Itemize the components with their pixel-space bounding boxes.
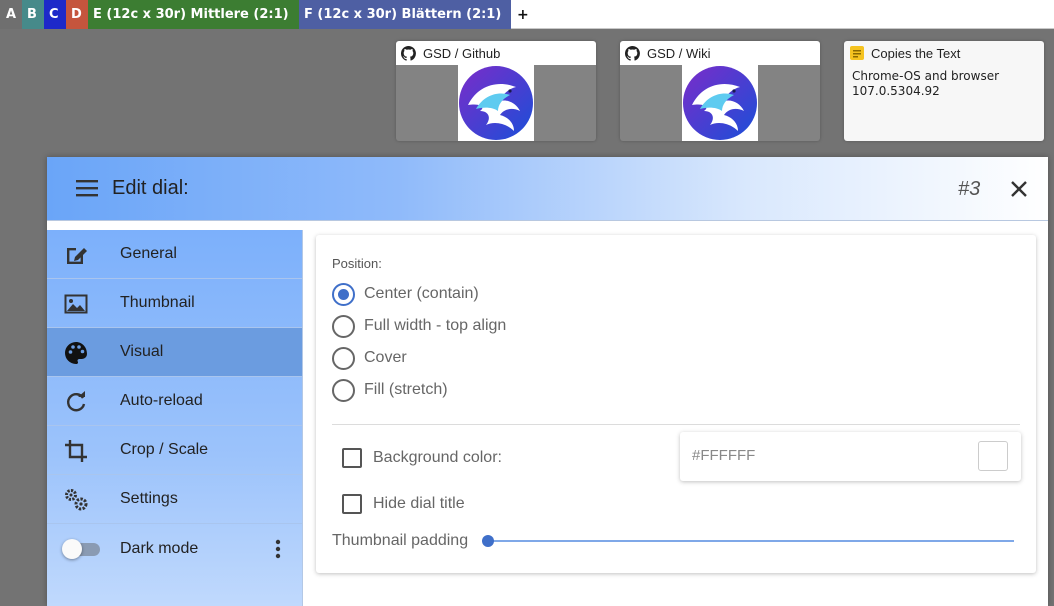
sidebar-item-visual[interactable]: Visual (47, 328, 302, 377)
sidebar-item-label: Visual (120, 343, 164, 360)
color-swatch[interactable] (978, 441, 1008, 471)
sidebar-item-label: Thumbnail (120, 294, 195, 311)
tab-group-b[interactable]: B (22, 0, 44, 29)
sidebar-item-label: Auto-reload (120, 392, 203, 409)
gsd-logo-icon (683, 66, 757, 140)
dial-copies-text[interactable]: Copies the Text Chrome-OS and browser 10… (844, 41, 1044, 141)
more-options-icon[interactable] (275, 538, 281, 560)
radio-circle (332, 346, 355, 370)
note-line: Chrome-OS and browser (852, 69, 1000, 83)
tab-group-d[interactable]: D (66, 0, 88, 29)
github-icon (401, 45, 416, 61)
gsd-logo-icon (459, 66, 533, 140)
slider-handle[interactable] (482, 535, 494, 547)
edit-icon (67, 248, 87, 264)
divider (332, 424, 1020, 425)
checkbox-box (342, 494, 362, 514)
dark-mode-toggle[interactable] (62, 539, 102, 559)
crop-icon (65, 440, 87, 462)
edit-dial-dialog: Edit dial: #3 General Thumbnail Visual A… (47, 157, 1048, 606)
close-icon[interactable] (1010, 180, 1028, 198)
note-icon (850, 46, 864, 60)
sidebar-item-dark-mode: Dark mode (47, 524, 302, 573)
palette-icon (65, 342, 87, 364)
dial-title: Copies the Text (871, 45, 961, 61)
dial-title: GSD / Github (423, 45, 501, 61)
sidebar-item-crop-scale[interactable]: Crop / Scale (47, 426, 302, 475)
radio-circle (332, 378, 355, 402)
dialog-header: Edit dial: #3 (47, 157, 1048, 221)
hide-dial-title-checkbox[interactable]: Hide dial title (342, 494, 465, 514)
dial-thumbnail (458, 65, 534, 141)
color-hex-value: #FFFFFF (692, 447, 756, 464)
sidebar-item-label: Dark mode (120, 539, 199, 557)
radio-circle (332, 282, 355, 306)
hamburger-menu-icon[interactable] (76, 179, 98, 197)
checkbox-box (342, 448, 362, 468)
reload-icon (67, 391, 86, 412)
dial-gsd-wiki[interactable]: GSD / Wiki (620, 41, 820, 141)
dialog-title: Edit dial: (112, 177, 189, 199)
sidebar-item-label: Crop / Scale (120, 441, 209, 458)
radio-full-width-top-align[interactable]: Full width - top align (332, 313, 506, 339)
toggle-knob (62, 539, 82, 559)
dial-title: GSD / Wiki (647, 45, 711, 61)
background-color-input[interactable]: #FFFFFF (680, 432, 1021, 481)
sidebar-item-auto-reload[interactable]: Auto-reload (47, 377, 302, 426)
radio-label: Fill (stretch) (364, 381, 448, 398)
tab-group-f[interactable]: F (12c x 30r) Blättern (2:1) (299, 0, 511, 29)
radio-circle (332, 314, 355, 338)
radio-center-contain[interactable]: Center (contain) (332, 281, 479, 307)
checkbox-label: Background color: (373, 449, 502, 466)
tab-group-e[interactable]: E (12c x 30r) Mittlere (2:1) (88, 0, 299, 29)
dial-gsd-github[interactable]: GSD / Github (396, 41, 596, 141)
dial-thumbnail (682, 65, 758, 141)
sidebar-item-thumbnail[interactable]: Thumbnail (47, 279, 302, 328)
group-tab-bar: A B C D E (12c x 30r) Mittlere (2:1) F (… (0, 0, 1054, 29)
radio-fill-stretch[interactable]: Fill (stretch) (332, 377, 448, 403)
tab-group-a[interactable]: A (0, 0, 22, 29)
radio-cover[interactable]: Cover (332, 345, 407, 371)
dial-number: #3 (958, 178, 981, 200)
note-line: 107.0.5304.92 (852, 84, 940, 98)
add-group-button[interactable]: + (511, 0, 529, 29)
tab-group-c[interactable]: C (44, 0, 66, 29)
thumbnail-padding-label: Thumbnail padding (332, 532, 469, 549)
position-label: Position: (332, 256, 382, 271)
background-color-checkbox[interactable]: Background color: (342, 448, 502, 468)
note-text: Chrome-OS and browser 107.0.5304.92 (844, 65, 1044, 103)
radio-label: Center (contain) (364, 285, 479, 302)
dialog-sidebar: General Thumbnail Visual Auto-reload Cro… (47, 230, 303, 606)
checkbox-label: Hide dial title (373, 495, 465, 512)
thumbnail-padding-slider[interactable] (482, 534, 1014, 548)
github-icon (625, 45, 640, 61)
image-icon (64, 294, 88, 314)
sidebar-item-label: Settings (120, 490, 178, 507)
radio-label: Full width - top align (364, 317, 507, 334)
visual-settings-panel: Position: Center (contain) Full width - … (316, 235, 1036, 573)
gears-icon (65, 489, 88, 511)
sidebar-item-settings[interactable]: Settings (47, 475, 302, 524)
radio-label: Cover (364, 349, 407, 366)
sidebar-item-general[interactable]: General (47, 230, 302, 279)
slider-track (488, 540, 1014, 542)
sidebar-item-label: General (120, 245, 177, 262)
